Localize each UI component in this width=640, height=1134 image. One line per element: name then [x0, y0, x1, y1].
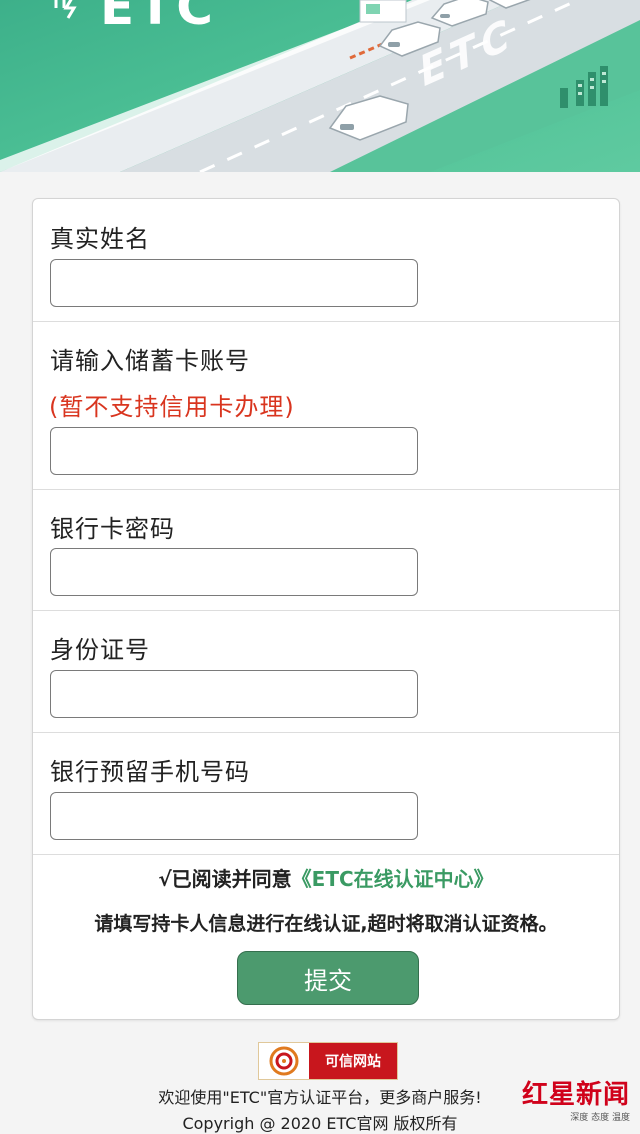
form-section-phone: 银行预留手机号码 [33, 732, 619, 855]
header-banner: ETC ETC [0, 0, 640, 172]
trust-emblem-icon [259, 1043, 309, 1079]
real-name-label: 真实姓名 [50, 225, 150, 253]
watermark-subtitle: 深度 态度 温度 [570, 1113, 630, 1123]
watermark-title: 红星新闻 [521, 1080, 630, 1110]
agreement-line: √已阅读并同意《ETC在线认证中心》 [33, 863, 619, 892]
credit-card-warning: (暂不支持信用卡办理) [49, 393, 295, 421]
timeout-notice: 请填写持卡人信息进行在线认证,超时将取消认证资格。 [94, 913, 558, 935]
debit-card-label: 请输入储蓄卡账号 [50, 347, 250, 375]
card-password-label: 银行卡密码 [50, 515, 175, 543]
trusted-site-label: 可信网站 [309, 1043, 397, 1079]
form-section-real-name: 真实姓名 [33, 199, 619, 322]
id-number-label: 身份证号 [50, 636, 150, 664]
form-section-id-number: 身份证号 [33, 610, 619, 733]
etc-logo-text: ETC [100, 0, 217, 36]
phone-input[interactable] [50, 792, 418, 840]
trusted-site-badge[interactable]: 可信网站 [258, 1042, 398, 1080]
debit-card-input[interactable] [50, 427, 418, 475]
form-section-card-password: 银行卡密码 [33, 489, 619, 611]
agreement-text: √已阅读并同意 [158, 867, 292, 891]
id-number-input[interactable] [50, 670, 418, 718]
highway-illustration [0, 0, 640, 172]
news-watermark: 红星新闻 深度 态度 温度 [516, 1074, 640, 1128]
form-section-debit-card: 请输入储蓄卡账号 (暂不支持信用卡办理) [33, 321, 619, 490]
real-name-input[interactable] [50, 259, 418, 307]
verification-form: 真实姓名 请输入储蓄卡账号 (暂不支持信用卡办理) 银行卡密码 身份证号 银行预… [32, 198, 620, 1020]
submit-button[interactable]: 提交 [237, 951, 419, 1005]
agreement-link[interactable]: 《ETC在线认证中心》 [292, 867, 494, 891]
card-password-input[interactable] [50, 548, 418, 596]
phone-label: 银行预留手机号码 [50, 758, 250, 786]
